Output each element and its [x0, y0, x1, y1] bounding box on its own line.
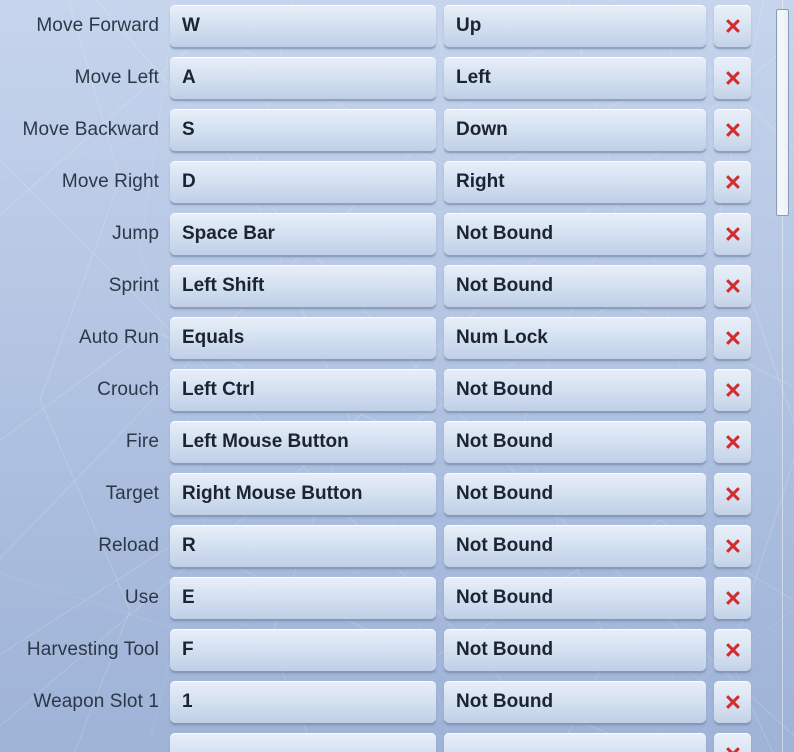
action-label: Weapon Slot 1: [33, 691, 159, 712]
scrollbar-thumb[interactable]: [776, 9, 789, 216]
primary-binding-button[interactable]: Equals: [170, 317, 436, 359]
binding-row: Auto Run Equals Num Lock: [0, 312, 770, 364]
binding-row: Crouch Left Ctrl Not Bound: [0, 364, 770, 416]
binding-row: Sprint Left Shift Not Bound: [0, 260, 770, 312]
clear-binding-button[interactable]: [714, 5, 751, 47]
action-label: Jump: [112, 223, 159, 244]
primary-binding-button[interactable]: 1: [170, 681, 436, 723]
binding-row: Weapon Slot 1 1 Not Bound: [0, 676, 770, 728]
secondary-binding-button[interactable]: Not Bound: [444, 525, 706, 567]
secondary-binding-button[interactable]: Num Lock: [444, 317, 706, 359]
binding-row: [0, 728, 770, 752]
secondary-binding-button[interactable]: Not Bound: [444, 473, 706, 515]
clear-binding-button[interactable]: [714, 213, 751, 255]
clear-binding-button[interactable]: [714, 369, 751, 411]
close-x-icon: [725, 123, 740, 137]
action-label: Use: [124, 587, 159, 608]
binding-row: Reload R Not Bound: [0, 520, 770, 572]
clear-binding-button[interactable]: [714, 161, 751, 203]
binding-row: Move Right D Right: [0, 156, 770, 208]
clear-binding-button[interactable]: [714, 681, 751, 723]
binding-row: Use E Not Bound: [0, 572, 770, 624]
primary-binding-button[interactable]: E: [170, 577, 436, 619]
action-label: Move Forward: [36, 15, 159, 36]
action-label: Harvesting Tool: [26, 639, 159, 660]
vertical-scrollbar[interactable]: [771, 0, 794, 752]
primary-binding-button[interactable]: Right Mouse Button: [170, 473, 436, 515]
binding-row: Fire Left Mouse Button Not Bound: [0, 416, 770, 468]
binding-row: Target Right Mouse Button Not Bound: [0, 468, 770, 520]
secondary-binding-button[interactable]: Not Bound: [444, 629, 706, 671]
binding-row: Jump Space Bar Not Bound: [0, 208, 770, 260]
clear-binding-button[interactable]: [714, 629, 751, 671]
close-x-icon: [725, 643, 740, 657]
clear-binding-button[interactable]: [714, 57, 751, 99]
close-x-icon: [725, 19, 740, 33]
close-x-icon: [725, 227, 740, 241]
primary-binding-button[interactable]: Left Mouse Button: [170, 421, 436, 463]
secondary-binding-button[interactable]: Not Bound: [444, 213, 706, 255]
secondary-binding-button[interactable]: Down: [444, 109, 706, 151]
primary-binding-button[interactable]: Left Ctrl: [170, 369, 436, 411]
close-x-icon: [725, 331, 740, 345]
secondary-binding-button[interactable]: Right: [444, 161, 706, 203]
secondary-binding-button[interactable]: Not Bound: [444, 681, 706, 723]
secondary-binding-button[interactable]: Left: [444, 57, 706, 99]
clear-binding-button[interactable]: [714, 265, 751, 307]
action-label: Sprint: [108, 275, 159, 296]
close-x-icon: [725, 591, 740, 605]
clear-binding-button[interactable]: [714, 317, 751, 359]
secondary-binding-button[interactable]: Not Bound: [444, 369, 706, 411]
secondary-binding-button[interactable]: Not Bound: [444, 265, 706, 307]
close-x-icon: [725, 175, 740, 189]
primary-binding-button[interactable]: Left Shift: [170, 265, 436, 307]
close-x-icon: [725, 539, 740, 553]
close-x-icon: [725, 747, 740, 752]
action-label: Move Backward: [22, 119, 159, 140]
primary-binding-button[interactable]: R: [170, 525, 436, 567]
clear-binding-button[interactable]: [714, 473, 751, 515]
close-x-icon: [725, 435, 740, 449]
action-label: Auto Run: [78, 327, 159, 348]
secondary-binding-button[interactable]: Not Bound: [444, 421, 706, 463]
primary-binding-button[interactable]: W: [170, 5, 436, 47]
secondary-binding-button[interactable]: Up: [444, 5, 706, 47]
close-x-icon: [725, 383, 740, 397]
action-label: Target: [105, 483, 159, 504]
primary-binding-button[interactable]: S: [170, 109, 436, 151]
action-label: Move Left: [74, 67, 159, 88]
close-x-icon: [725, 695, 740, 709]
keybind-settings-panel: Move Forward W Up Move Left A Left Move Backwa…: [0, 0, 794, 752]
bindings-list: Move Forward W Up Move Left A Left Move Backwa…: [0, 0, 770, 752]
clear-binding-button[interactable]: [714, 421, 751, 463]
secondary-binding-button[interactable]: Not Bound: [444, 577, 706, 619]
clear-binding-button[interactable]: [714, 109, 751, 151]
binding-row: Move Backward S Down: [0, 104, 770, 156]
clear-binding-button[interactable]: [714, 577, 751, 619]
secondary-binding-button[interactable]: [444, 733, 706, 752]
primary-binding-button[interactable]: A: [170, 57, 436, 99]
primary-binding-button[interactable]: Space Bar: [170, 213, 436, 255]
primary-binding-button[interactable]: [170, 733, 436, 752]
action-label: Crouch: [97, 379, 159, 400]
action-label: Move Right: [61, 171, 159, 192]
binding-row: Move Left A Left: [0, 52, 770, 104]
close-x-icon: [725, 71, 740, 85]
close-x-icon: [725, 279, 740, 293]
clear-binding-button[interactable]: [714, 733, 751, 752]
close-x-icon: [725, 487, 740, 501]
clear-binding-button[interactable]: [714, 525, 751, 567]
primary-binding-button[interactable]: F: [170, 629, 436, 671]
binding-row: Move Forward W Up: [0, 0, 770, 52]
binding-row: Harvesting Tool F Not Bound: [0, 624, 770, 676]
action-label: Reload: [98, 535, 159, 556]
primary-binding-button[interactable]: D: [170, 161, 436, 203]
action-label: Fire: [125, 431, 159, 452]
